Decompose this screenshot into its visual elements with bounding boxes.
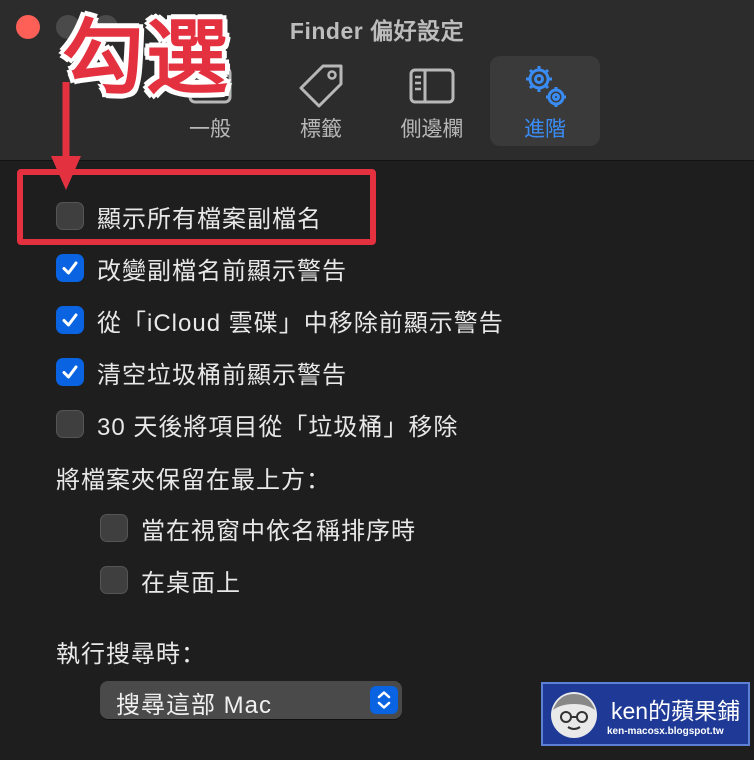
watermark-url: ken-macosx.blogspot.tw (607, 726, 724, 737)
chevron-updown-icon (377, 691, 391, 709)
tag-icon (299, 64, 343, 108)
tab-advanced-label: 進階 (524, 118, 566, 141)
checkmark-icon (62, 365, 78, 379)
option-label: 改變副檔名前顯示警告 (97, 257, 347, 285)
search-scope-value: 搜尋這部 Mac (116, 692, 273, 719)
warn-change-extension-checkbox[interactable] (56, 254, 84, 282)
checkmark-icon (62, 261, 78, 275)
option-warn-change-extension[interactable]: 改變副檔名前顯示警告 (56, 251, 347, 285)
remove-trash-30-days-checkbox[interactable] (56, 410, 84, 438)
search-scope-select[interactable]: 搜尋這部 Mac (100, 681, 402, 719)
tab-tags[interactable]: 標籤 (266, 56, 376, 146)
option-label: 清空垃圾桶前顯示警告 (97, 361, 347, 389)
sidebar-icon (409, 68, 455, 104)
warn-empty-trash-checkbox[interactable] (56, 358, 84, 386)
tab-sidebar-label: 側邊欄 (400, 118, 464, 141)
tab-tags-label: 標籤 (300, 118, 342, 141)
annotation-label: 勾選 (62, 13, 231, 104)
finder-preferences-window: Finder 偏好設定 一般 標籤 側邊欄 進階 顯示所有檔案副檔名 改變副檔名… (0, 0, 754, 760)
watermark-title: ken的蘋果鋪 (611, 698, 741, 724)
folders-on-top-heading: 將檔案夾保留在最上方： (56, 467, 331, 494)
option-remove-trash-30-days[interactable]: 30 天後將項目從「垃圾桶」移除 (56, 407, 458, 441)
option-label: 在桌面上 (141, 569, 241, 597)
option-warn-empty-trash[interactable]: 清空垃圾桶前顯示警告 (56, 355, 347, 389)
option-warn-icloud-remove[interactable]: 從「iCloud 雲碟」中移除前顯示警告 (56, 303, 504, 337)
tab-general-label: 一般 (189, 118, 231, 141)
folders-top-desktop-checkbox[interactable] (100, 566, 128, 594)
option-label: 30 天後將項目從「垃圾桶」移除 (97, 413, 459, 441)
avatar-icon (551, 692, 597, 738)
option-folders-top-windows[interactable]: 當在視窗中依名稱排序時 (100, 511, 416, 545)
gears-icon (526, 66, 566, 107)
option-label: 當在視窗中依名稱排序時 (141, 517, 416, 545)
checkmark-icon (62, 313, 78, 327)
folders-top-windows-checkbox[interactable] (100, 514, 128, 542)
tab-sidebar[interactable]: 側邊欄 (377, 56, 487, 146)
tab-advanced[interactable]: 進階 (490, 56, 600, 146)
option-folders-top-desktop[interactable]: 在桌面上 (100, 563, 241, 597)
advanced-pane: 顯示所有檔案副檔名 改變副檔名前顯示警告 從「iCloud 雲碟」中移除前顯示警… (0, 161, 754, 760)
warn-icloud-remove-checkbox[interactable] (56, 306, 84, 334)
option-label: 從「iCloud 雲碟」中移除前顯示警告 (97, 309, 504, 337)
search-heading: 執行搜尋時： (56, 641, 206, 668)
popup-stepper[interactable] (370, 686, 398, 714)
watermark: ken的蘋果鋪 ken-macosx.blogspot.tw (541, 682, 750, 746)
